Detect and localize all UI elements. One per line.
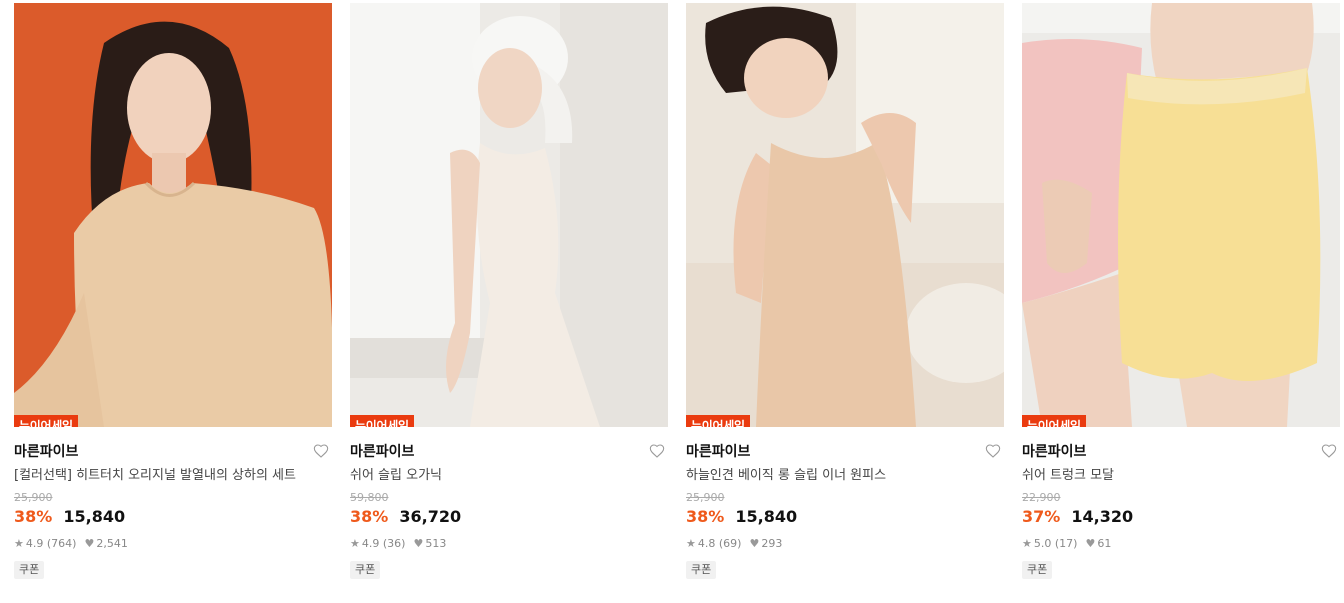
- discount-rate: 38%: [350, 507, 389, 526]
- star-icon: ★: [350, 537, 360, 550]
- coupon-tag: 쿠폰: [14, 561, 45, 579]
- rating: 4.9 (764): [25, 537, 77, 550]
- product-card[interactable]: 뉴이어세일 마른파이브 쉬어 슬립 오가닉 59,800 38% 36,720 …: [350, 3, 668, 579]
- brand-name[interactable]: 마른파이브: [350, 442, 668, 462]
- sale-badge: 뉴이어세일: [686, 415, 750, 427]
- heart-count-icon: ♥: [84, 537, 95, 550]
- rating: 4.9 (36): [361, 537, 406, 550]
- star-icon: ★: [1022, 537, 1032, 550]
- brand-name[interactable]: 마른파이브: [14, 442, 332, 462]
- sale-price: 14,320: [1071, 507, 1134, 526]
- sale-badge: 뉴이어세일: [350, 415, 414, 427]
- rating: 5.0 (17): [1033, 537, 1078, 550]
- product-photo: [1022, 3, 1340, 427]
- wishlist-heart-icon[interactable]: [1320, 443, 1338, 461]
- sale-price: 15,840: [735, 507, 798, 526]
- rating: 4.8 (69): [697, 537, 742, 550]
- heart-count-icon: ♥: [1085, 537, 1096, 550]
- heart-count-icon: ♥: [413, 537, 424, 550]
- sale-price: 36,720: [399, 507, 462, 526]
- discount-rate: 38%: [686, 507, 725, 526]
- product-image[interactable]: 뉴이어세일: [686, 3, 1004, 427]
- sale-price: 15,840: [63, 507, 126, 526]
- product-card[interactable]: 뉴이어세일 마른파이브 쉬어 트렁크 모달 22,900 37% 14,320 …: [1022, 3, 1340, 579]
- sale-badge: 뉴이어세일: [14, 415, 78, 427]
- original-price: 22,900: [1022, 491, 1061, 504]
- star-icon: ★: [14, 537, 24, 550]
- like-count: 2,541: [96, 537, 128, 550]
- product-card[interactable]: 뉴이어세일 마른파이브 [컬러선택] 히트터치 오리지널 발열내의 상하의 세트…: [14, 3, 332, 579]
- discount-rate: 37%: [1022, 507, 1061, 526]
- product-photo: [350, 3, 668, 427]
- product-title[interactable]: 쉬어 트렁크 모달: [1022, 467, 1340, 485]
- coupon-tag: 쿠폰: [1022, 561, 1053, 579]
- coupon-tag: 쿠폰: [686, 561, 717, 579]
- product-photo: [686, 3, 1004, 427]
- product-image[interactable]: 뉴이어세일: [14, 3, 332, 427]
- brand-name[interactable]: 마른파이브: [1022, 442, 1340, 462]
- product-title[interactable]: [컬러선택] 히트터치 오리지널 발열내의 상하의 세트: [14, 467, 332, 485]
- coupon-tag: 쿠폰: [350, 561, 381, 579]
- like-count: 513: [425, 537, 447, 550]
- sale-badge: 뉴이어세일: [1022, 415, 1086, 427]
- heart-count-icon: ♥: [749, 537, 760, 550]
- product-image[interactable]: 뉴이어세일: [350, 3, 668, 427]
- product-title[interactable]: 하늘인견 베이직 롱 슬립 이너 원피스: [686, 467, 1004, 485]
- product-image[interactable]: 뉴이어세일: [1022, 3, 1340, 427]
- like-count: 293: [761, 537, 783, 550]
- original-price: 25,900: [14, 491, 53, 504]
- star-icon: ★: [686, 537, 696, 550]
- product-grid: 뉴이어세일 마른파이브 [컬러선택] 히트터치 오리지널 발열내의 상하의 세트…: [0, 0, 1344, 603]
- brand-name[interactable]: 마른파이브: [686, 442, 1004, 462]
- product-photo: [14, 3, 332, 427]
- product-title[interactable]: 쉬어 슬립 오가닉: [350, 467, 668, 485]
- product-card[interactable]: 뉴이어세일 마른파이브 하늘인견 베이직 롱 슬립 이너 원피스 25,900 …: [686, 3, 1004, 579]
- discount-rate: 38%: [14, 507, 53, 526]
- original-price: 59,800: [350, 491, 389, 504]
- like-count: 61: [1097, 537, 1112, 550]
- original-price: 25,900: [686, 491, 725, 504]
- wishlist-heart-icon[interactable]: [984, 443, 1002, 461]
- wishlist-heart-icon[interactable]: [312, 443, 330, 461]
- wishlist-heart-icon[interactable]: [648, 443, 666, 461]
